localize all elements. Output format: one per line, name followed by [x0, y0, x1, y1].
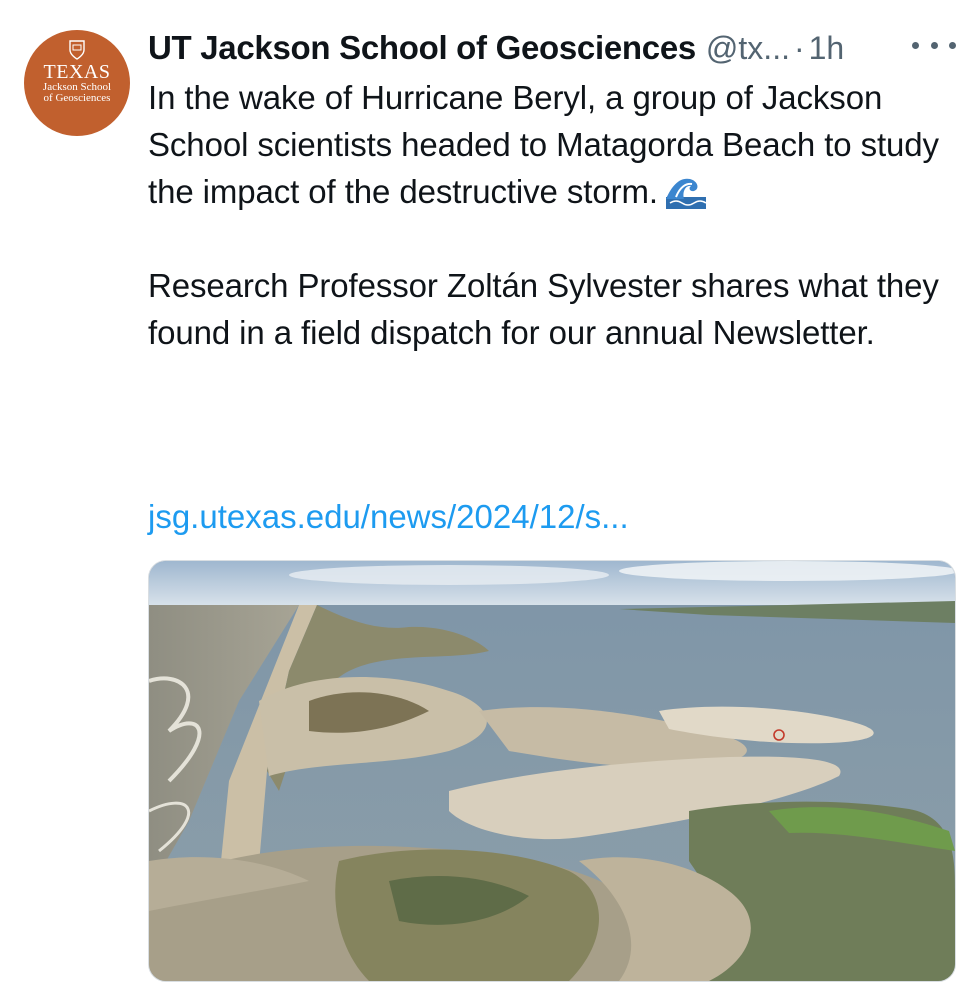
- dot: [912, 41, 919, 49]
- tweet-text: In the wake of Hurricane Beryl, a group …: [148, 74, 958, 356]
- tweet-image[interactable]: [148, 560, 956, 982]
- more-dots-icon[interactable]: [912, 30, 956, 60]
- author-name[interactable]: UT Jackson School of Geosciences: [148, 29, 696, 67]
- aerial-coastline-photo: [149, 561, 955, 981]
- separator-dot: ·: [793, 29, 805, 66]
- avatar-subtitle-2: of Geosciences: [43, 92, 111, 104]
- author-handle[interactable]: @tx...: [706, 30, 790, 67]
- paragraph-1-text: In the wake of Hurricane Beryl, a group …: [148, 79, 939, 210]
- avatar-wordmark: TEXAS: [43, 61, 111, 83]
- tweet-header: UT Jackson School of Geosciences @tx... …: [148, 24, 956, 72]
- timestamp[interactable]: 1h: [809, 30, 845, 67]
- paragraph-1: In the wake of Hurricane Beryl, a group …: [148, 74, 958, 215]
- dot: [949, 41, 956, 49]
- dot: [930, 41, 938, 49]
- avatar[interactable]: TEXAS Jackson School of Geosciences: [24, 30, 130, 136]
- water-wave-emoji-icon: [665, 178, 706, 209]
- ut-shield-icon: [69, 40, 85, 60]
- article-link[interactable]: jsg.utexas.edu/news/2024/12/s...: [148, 498, 629, 536]
- paragraph-2: Research Professor Zoltán Sylvester shar…: [148, 267, 939, 351]
